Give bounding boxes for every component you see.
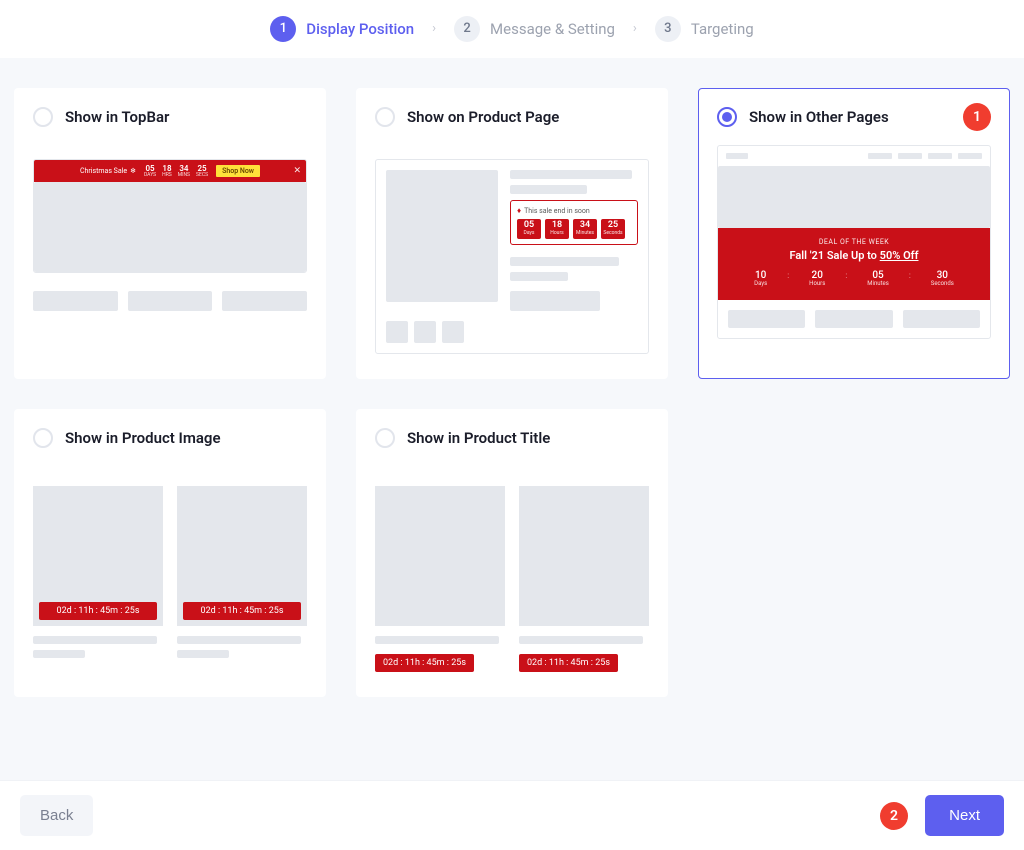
step-1-label: Display Position — [306, 20, 414, 38]
option-other-pages[interactable]: Show in Other Pages 1 DEAL OF THE WEEK F… — [698, 88, 1010, 379]
annotation-1: 1 — [963, 103, 991, 131]
step-3-number: 3 — [655, 16, 681, 42]
option-product-title[interactable]: Show in Product Title 02d : 11h : 45m : … — [356, 409, 668, 697]
preview-topbar: Christmas Sale❄ 05DAYS 18HRS 34MINS 25SE… — [33, 159, 307, 311]
option-topbar-title: Show in TopBar — [65, 108, 169, 126]
radio-other-pages[interactable] — [717, 107, 737, 127]
options-area: Show in TopBar Christmas Sale❄ 05DAYS 18… — [0, 58, 1024, 780]
radio-topbar[interactable] — [33, 107, 53, 127]
step-1[interactable]: 1 Display Position — [270, 16, 414, 42]
wizard-footer: Back 2 Next — [0, 780, 1024, 850]
preview-product-page: ♦This sale end in soon 05Days 18Hours 34… — [375, 159, 649, 354]
annotation-2: 2 — [880, 802, 908, 830]
option-topbar[interactable]: Show in TopBar Christmas Sale❄ 05DAYS 18… — [14, 88, 326, 379]
step-1-number: 1 — [270, 16, 296, 42]
preview-countdown-box: ♦This sale end in soon 05Days 18Hours 34… — [510, 200, 638, 245]
step-3[interactable]: 3 Targeting — [655, 16, 754, 42]
preview-product-title: 02d : 11h : 45m : 25s 02d : 11h : 45m : … — [375, 486, 649, 672]
step-3-label: Targeting — [691, 20, 754, 38]
option-product-image[interactable]: Show in Product Image 02d : 11h : 45m : … — [14, 409, 326, 697]
radio-product-page[interactable] — [375, 107, 395, 127]
preview-product-image: 02d : 11h : 45m : 25s 02d : 11h : 45m : … — [33, 486, 307, 658]
preview-topbar-cta: Shop Now — [216, 165, 260, 177]
flame-icon: ♦ — [517, 206, 521, 215]
option-product-image-title: Show in Product Image — [65, 429, 221, 447]
preview-topbar-bar: Christmas Sale❄ 05DAYS 18HRS 34MINS 25SE… — [34, 160, 306, 182]
wizard-stepper: 1 Display Position › 2 Message & Setting… — [0, 0, 1024, 58]
chevron-right-icon: › — [432, 21, 436, 36]
step-2[interactable]: 2 Message & Setting — [454, 16, 615, 42]
option-product-title-title: Show in Product Title — [407, 429, 550, 447]
step-2-number: 2 — [454, 16, 480, 42]
step-2-label: Message & Setting — [490, 20, 615, 38]
option-product-page-title: Show on Product Page — [407, 108, 559, 126]
snowflake-icon: ❄ — [130, 167, 136, 175]
chevron-right-icon: › — [633, 21, 637, 36]
next-button[interactable]: Next — [925, 795, 1004, 836]
radio-product-image[interactable] — [33, 428, 53, 448]
back-button[interactable]: Back — [20, 795, 93, 836]
radio-product-title[interactable] — [375, 428, 395, 448]
preview-other-pages: DEAL OF THE WEEK Fall '21 Sale Up to 50%… — [717, 145, 991, 339]
option-product-page[interactable]: Show on Product Page ♦This sale end in s… — [356, 88, 668, 379]
close-icon: ✕ — [293, 166, 301, 176]
option-other-pages-title: Show in Other Pages — [749, 108, 889, 126]
